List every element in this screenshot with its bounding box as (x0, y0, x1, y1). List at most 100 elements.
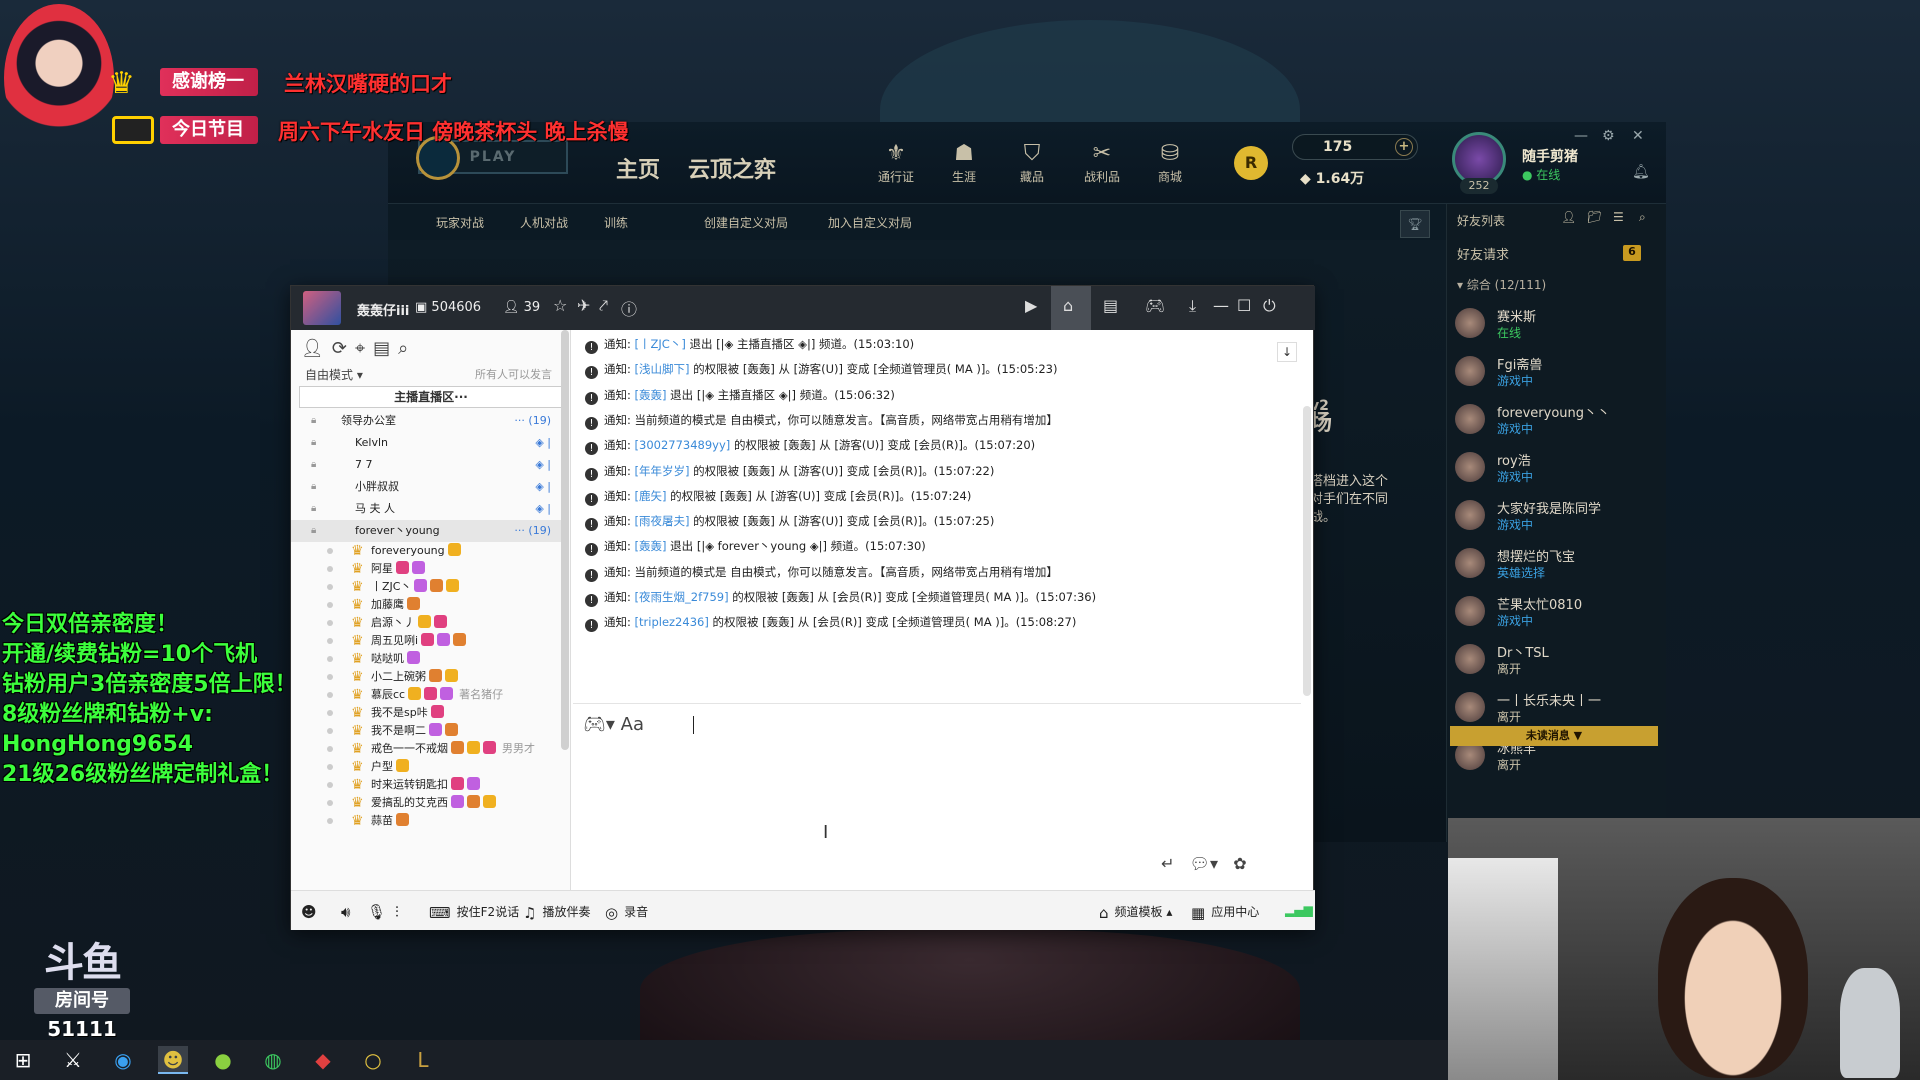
folder-icon[interactable]: 📁︎ (1587, 210, 1602, 224)
subnav-coop[interactable]: 人机对战 (520, 214, 568, 231)
subnav-create-custom[interactable]: 创建自定义对局 (704, 214, 788, 231)
friend-requests[interactable]: 好友请求 (1457, 244, 1509, 263)
friend-item[interactable]: Fgi斋兽 游戏中 (1455, 352, 1655, 392)
list-icon[interactable]: ☰ (1613, 210, 1624, 224)
settings-icon[interactable]: ⚙ (1602, 128, 1615, 144)
top-profile[interactable]: ☗ 生涯 (936, 140, 992, 185)
yy-icon[interactable]: ☻ (158, 1046, 188, 1074)
friend-item[interactable]: 大家好我是陈同学 游戏中 (1455, 496, 1655, 536)
user-item[interactable]: ♛ 我不是sp咔 (291, 704, 561, 722)
subnav-training[interactable]: 训练 (604, 214, 628, 231)
app-center-button[interactable]: ▦ 应用中心 (1191, 903, 1259, 922)
minimize-icon[interactable]: — (1574, 128, 1588, 144)
channel-item[interactable]: 🔒︎ 领导办公室 ··· (19) (291, 410, 561, 432)
user-item[interactable]: ♛ 加藤鹰 (291, 596, 561, 614)
tree-scrollbar[interactable] (561, 330, 569, 750)
message-user-link[interactable]: [年年岁岁] (635, 464, 690, 478)
friend-item[interactable]: foreveryoung丶丶 游戏中 (1455, 400, 1655, 440)
star-icon[interactable]: ☆ (553, 296, 567, 315)
message-user-link[interactable]: [3002773489yy] (635, 438, 731, 452)
user-item[interactable]: ♛ 阿星 (291, 560, 561, 578)
enter-icon[interactable]: ↵ (1161, 854, 1174, 873)
gamepad-icon[interactable]: 🎮︎ (1145, 296, 1165, 315)
edge-icon[interactable]: ◉ (108, 1046, 138, 1074)
friend-item[interactable]: 赛米斯 在线 (1455, 304, 1655, 344)
top-pass[interactable]: ⚜ 通行证 (868, 140, 924, 185)
mic-icon[interactable]: 🎙︎ (367, 903, 392, 921)
app-icon-7[interactable]: ○ (358, 1046, 388, 1074)
message-user-link[interactable]: [triplez2436] (635, 615, 709, 629)
message-scrollbar[interactable] (1303, 406, 1311, 696)
nav-home[interactable]: 主页 (616, 152, 660, 184)
video-icon[interactable]: ▶ (1025, 296, 1037, 315)
friend-item[interactable]: roy浩 游戏中 (1455, 448, 1655, 488)
chat-input-area[interactable]: 🎮︎▾ Aa I ↵ 💬︎▾ ✿ (573, 706, 1313, 892)
push-to-talk-button[interactable]: ⌨ 按住F2说话 (429, 903, 519, 922)
user-item[interactable]: ♛ 爱搞乱的艾克西 (291, 794, 561, 812)
message-user-link[interactable]: [轰轰] (635, 388, 667, 402)
windows-start-icon[interactable]: ⊞ (8, 1046, 38, 1074)
nav-tft[interactable]: 云顶之弈 (688, 152, 776, 184)
flower-icon[interactable]: ✿ (1233, 854, 1246, 873)
message-user-link[interactable]: [雨夜屠夫] (635, 514, 690, 528)
app-icon-4[interactable]: ● (208, 1046, 238, 1074)
scroll-down-icon[interactable]: ↓ (1277, 342, 1297, 362)
top-loot[interactable]: ✂ 战利品 (1074, 140, 1130, 185)
friend-item[interactable]: 芒果太忙0810 游戏中 (1455, 592, 1655, 632)
channel-item[interactable]: 🔒︎ 7 7 ◈ | (291, 454, 561, 476)
info-icon[interactable]: ⓘ (621, 296, 637, 320)
friend-item[interactable]: 想摆烂的飞宝 英雄选择 (1455, 544, 1655, 584)
location-icon[interactable]: ⌖ (355, 338, 373, 359)
refresh-icon[interactable]: ⟳ (332, 338, 355, 359)
user-icon[interactable]: 👤︎ (301, 338, 332, 359)
home-tab[interactable]: ⌂ (1051, 286, 1091, 330)
speaker-icon[interactable]: 🔊︎ (341, 903, 356, 921)
mascot-icon[interactable]: ☻ (301, 903, 323, 921)
accompany-button[interactable]: ♫ 播放伴奏 (523, 903, 590, 922)
chat-bubble-icon[interactable]: 💬︎▾ (1190, 854, 1218, 873)
app-icon-6[interactable]: ◆ (308, 1046, 338, 1074)
current-channel[interactable]: 主播直播区··· (299, 386, 563, 408)
user-item[interactable]: ♛ 蒜苗 (291, 812, 561, 830)
user-item[interactable]: ♛ 丨ZJC丶 (291, 578, 561, 596)
channel-template-button[interactable]: ⌂ 频道模板 ▴ (1099, 903, 1172, 922)
notes-icon[interactable]: ▤ (373, 338, 398, 359)
maximize-icon[interactable]: ☐ (1237, 296, 1251, 315)
channel-item[interactable]: 🔒︎ 小胖叔叔 ◈ | (291, 476, 561, 498)
channel-item[interactable]: 🔒︎ Kelvln ◈ | (291, 432, 561, 454)
friend-item[interactable]: Dr丶TSL 离开 (1455, 640, 1655, 680)
plane-icon[interactable]: ✈ (577, 296, 590, 315)
wechat-icon[interactable]: ◍ (258, 1046, 288, 1074)
share-icon[interactable]: ⤤ (599, 296, 608, 316)
user-item[interactable]: ♛ 我不是啊二 (291, 722, 561, 740)
unread-messages-bar[interactable]: 未读消息 ▼ (1450, 726, 1658, 746)
user-item[interactable]: ♛ 小二上碗粥 (291, 668, 561, 686)
lol-taskbar-icon[interactable]: L (408, 1046, 438, 1074)
gamepad-icon[interactable]: 🎮︎▾ (583, 714, 615, 735)
subnav-join-custom[interactable]: 加入自定义对局 (828, 214, 912, 231)
bell-icon[interactable]: 🔔︎ (1632, 164, 1650, 180)
message-user-link[interactable]: [夜雨生烟_2f759] (635, 590, 729, 604)
close-icon[interactable]: ✕ (1632, 128, 1644, 144)
user-item[interactable]: ♛ 周五见咧i (291, 632, 561, 650)
profile-status[interactable]: ● 在线 (1522, 166, 1560, 183)
search-icon[interactable]: ⌕ (1639, 210, 1646, 225)
friend-group-header[interactable]: ▾ 综合 (12/111) (1457, 276, 1546, 293)
user-item[interactable]: ♛ 戒色一一不戒烟 男男才 (291, 740, 561, 758)
trophy-icon[interactable]: 🏆︎ (1400, 210, 1430, 238)
mixer-icon[interactable]: ⫶ (395, 903, 405, 921)
channel-item[interactable]: 🔒︎ forever丶young ··· (19) (291, 520, 561, 542)
text-style-icon[interactable]: Aa (621, 714, 644, 735)
mode-select[interactable]: 自由模式 ▾ (305, 366, 363, 383)
room-avatar[interactable] (303, 291, 341, 325)
add-rp-icon[interactable]: + (1395, 138, 1413, 156)
user-item[interactable]: ♛ 哒哒叽 (291, 650, 561, 668)
user-item[interactable]: ♛ 户型 (291, 758, 561, 776)
add-friend-icon[interactable]: 👤︎ (1561, 210, 1576, 224)
download-icon[interactable]: ⤓ (1189, 296, 1196, 316)
app-icon-1[interactable]: ⚔ (58, 1046, 88, 1074)
user-item[interactable]: ♛ 时来运转钥匙扣 (291, 776, 561, 794)
channel-item[interactable]: 🔒︎ 马 夫 人 ◈ | (291, 498, 561, 520)
subnav-pvp[interactable]: 玩家对战 (436, 214, 484, 231)
friend-item[interactable]: 一丨长乐未央丨一 离开 (1455, 688, 1655, 728)
